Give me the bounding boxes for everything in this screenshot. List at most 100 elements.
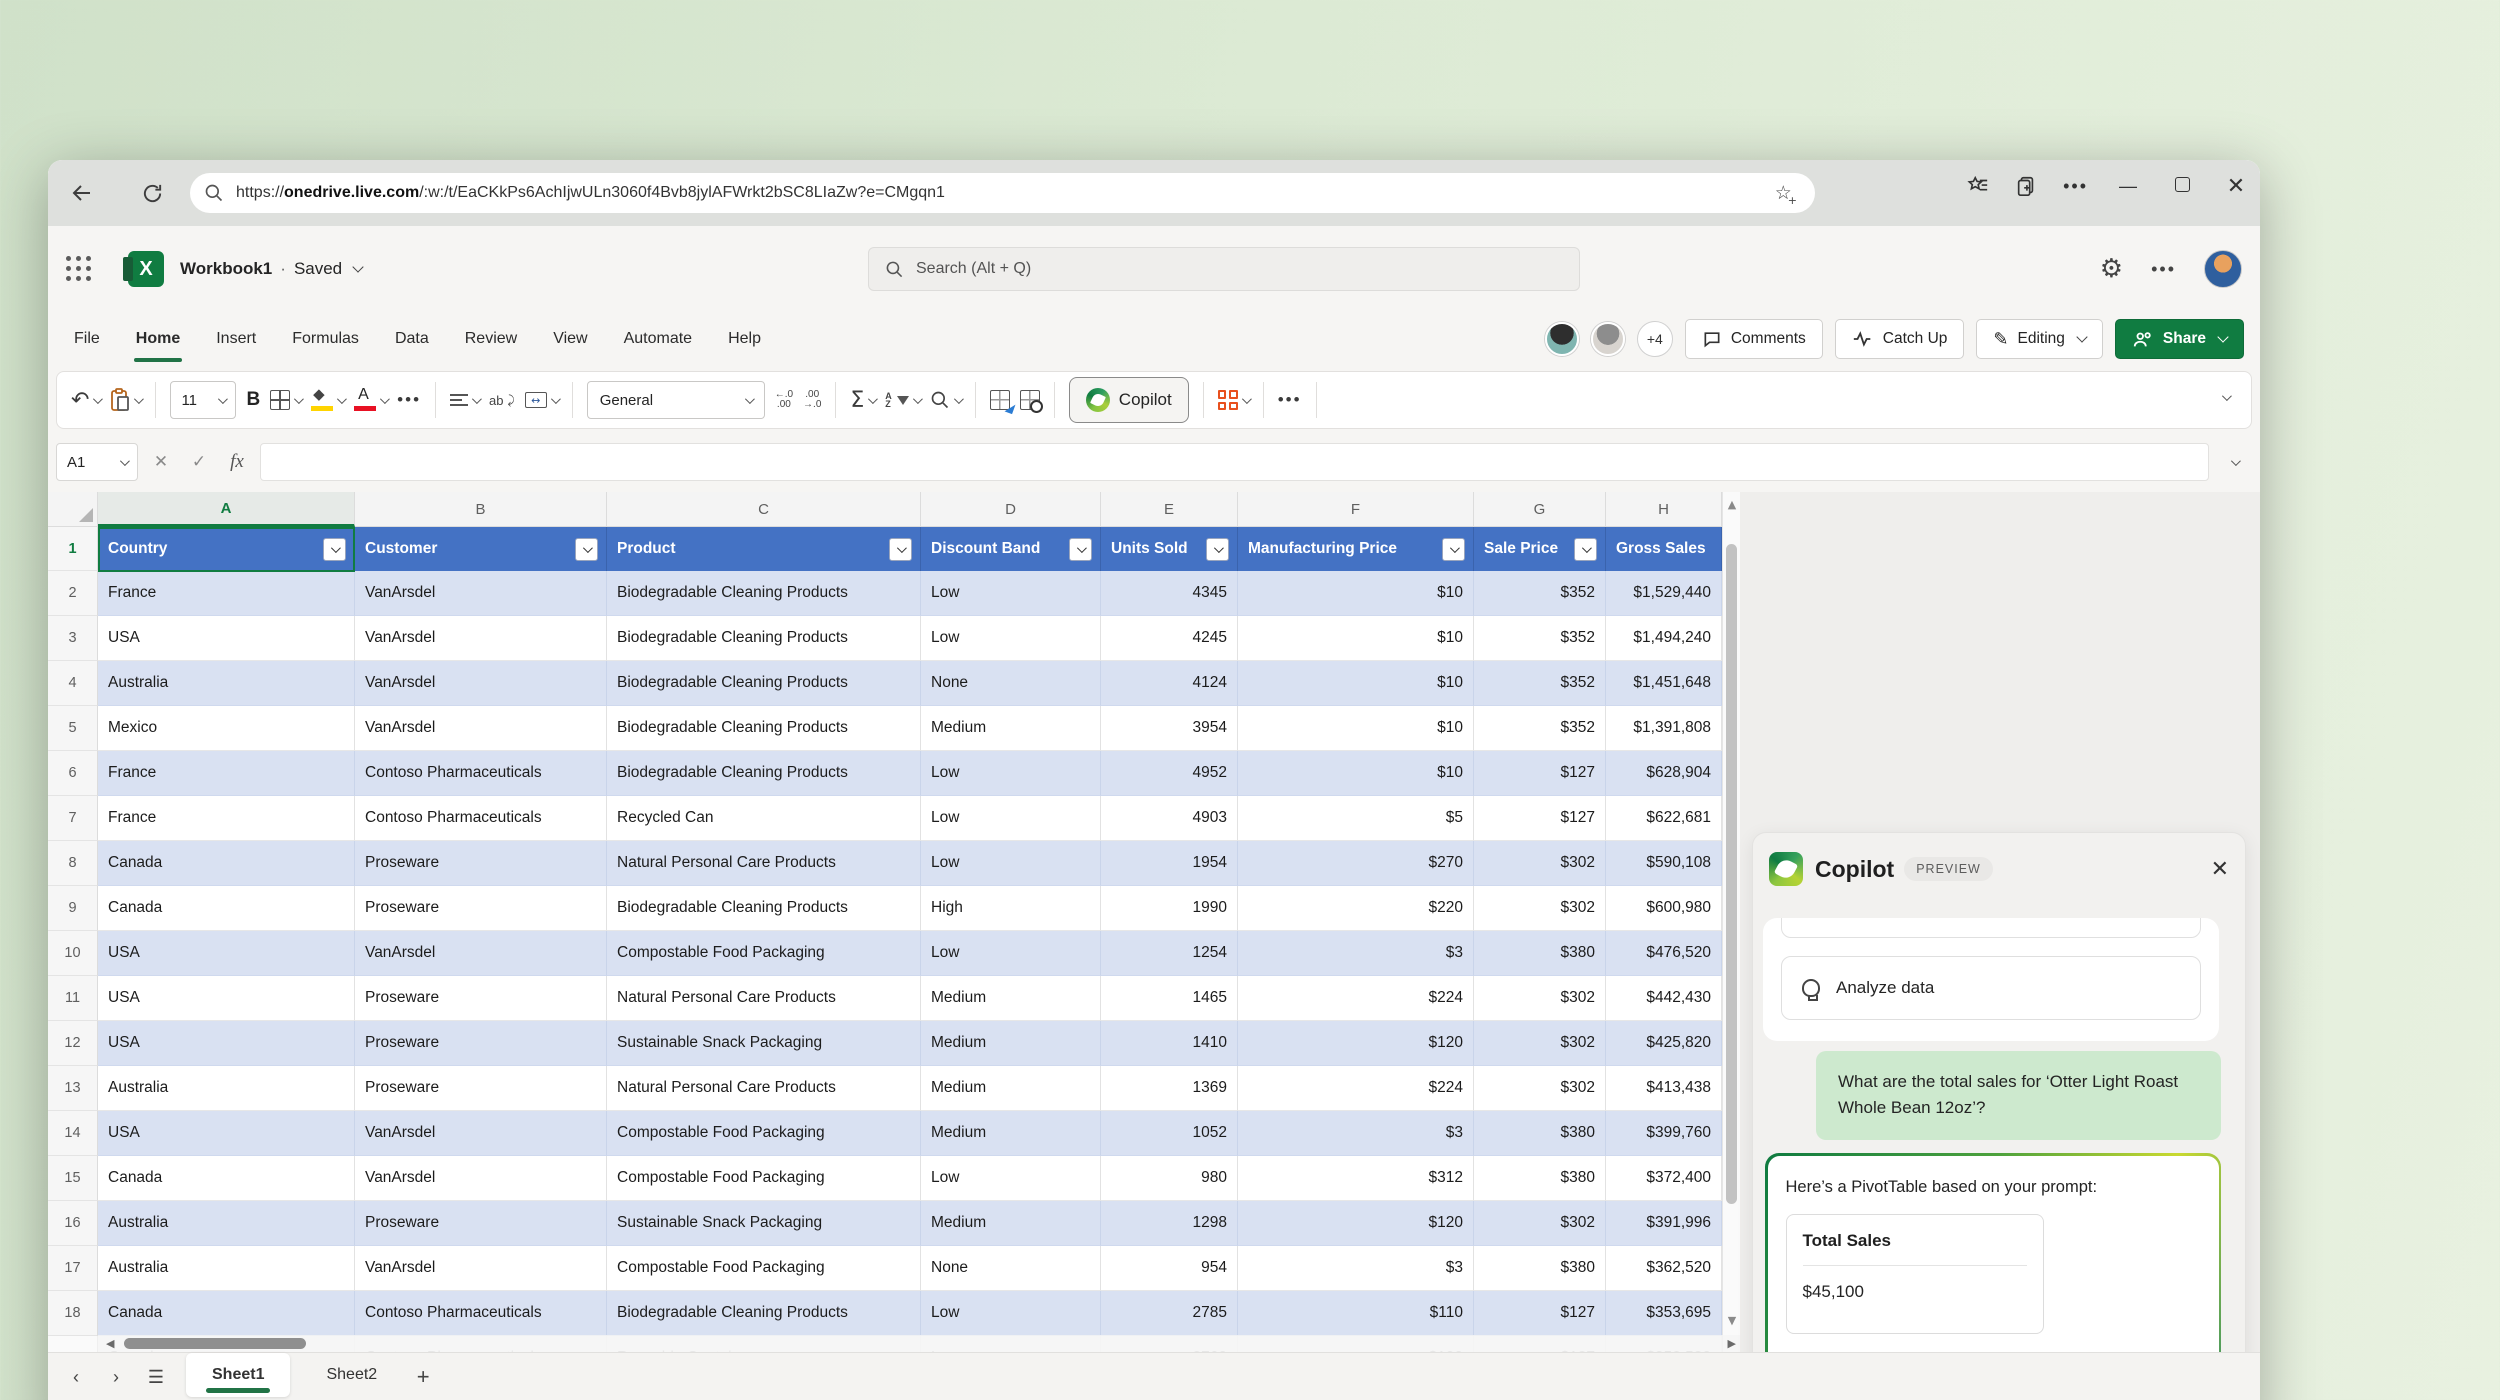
cell[interactable]: None bbox=[921, 1246, 1101, 1291]
cell[interactable]: Proseware bbox=[355, 841, 607, 886]
analyze-data-button[interactable] bbox=[1019, 390, 1043, 413]
cell[interactable]: Contoso Pharmaceuticals bbox=[355, 1291, 607, 1336]
cell[interactable]: $120 bbox=[1238, 1021, 1474, 1066]
sheet-tab-sheet1[interactable]: Sheet1 bbox=[186, 1353, 291, 1397]
cell[interactable]: Canada bbox=[98, 886, 355, 931]
copilot-ribbon-button[interactable]: Copilot bbox=[1068, 377, 1189, 423]
cell[interactable]: $10 bbox=[1238, 661, 1474, 706]
column-header-b[interactable]: B bbox=[355, 492, 607, 527]
prev-sheet-icon[interactable]: ‹ bbox=[56, 1361, 96, 1393]
cell[interactable]: Low bbox=[921, 841, 1101, 886]
column-header-f[interactable]: F bbox=[1238, 492, 1474, 527]
table-header-cell[interactable]: Discount Band bbox=[921, 527, 1101, 571]
collapse-ribbon-icon[interactable] bbox=[2221, 391, 2232, 402]
next-sheet-icon[interactable]: › bbox=[96, 1361, 136, 1393]
filter-button[interactable] bbox=[323, 537, 346, 561]
add-favorite-icon[interactable]: ☆+ bbox=[1775, 182, 1801, 207]
add-sheet-button[interactable]: + bbox=[403, 1361, 443, 1393]
cell[interactable]: Low bbox=[921, 751, 1101, 796]
share-button[interactable]: Share bbox=[2114, 319, 2244, 359]
cell[interactable]: $362,520 bbox=[1606, 1246, 1722, 1291]
cell[interactable]: $413,438 bbox=[1606, 1066, 1722, 1111]
cell[interactable]: 1052 bbox=[1101, 1111, 1238, 1156]
row-header[interactable]: 19 bbox=[48, 1336, 98, 1352]
maximize-icon[interactable] bbox=[2168, 176, 2196, 197]
menu-tab-view[interactable]: View bbox=[535, 312, 605, 366]
cell[interactable]: 1465 bbox=[1101, 976, 1238, 1021]
enter-icon[interactable]: ✓ bbox=[184, 452, 214, 472]
cell[interactable]: 1954 bbox=[1101, 841, 1238, 886]
minimize-icon[interactable]: — bbox=[2114, 176, 2142, 197]
cell[interactable]: $353,695 bbox=[1606, 1291, 1722, 1336]
row-header[interactable]: 7 bbox=[48, 796, 98, 841]
filter-button[interactable] bbox=[1206, 537, 1229, 561]
cell[interactable]: VanArsdel bbox=[355, 1246, 607, 1291]
font-more-icon[interactable]: ••• bbox=[397, 390, 421, 410]
format-as-table-button[interactable] bbox=[989, 390, 1010, 410]
cell[interactable]: $380 bbox=[1474, 1156, 1606, 1201]
table-header-cell[interactable]: Sale Price bbox=[1474, 527, 1606, 571]
select-all-corner[interactable] bbox=[48, 492, 98, 527]
scroll-left-icon[interactable]: ◀ bbox=[106, 1337, 114, 1350]
settings-gear-icon[interactable]: ⚙ bbox=[2100, 254, 2123, 284]
menu-tab-home[interactable]: Home bbox=[118, 312, 198, 366]
collaborator-count-badge[interactable]: +4 bbox=[1636, 321, 1673, 357]
cell[interactable]: $1,391,808 bbox=[1606, 706, 1722, 751]
cell[interactable]: $120 bbox=[1238, 1201, 1474, 1246]
table-header-cell[interactable]: Country bbox=[98, 527, 355, 571]
vertical-scrollbar[interactable]: ▲ ▼ bbox=[1722, 492, 1740, 1352]
cell[interactable]: USA bbox=[98, 616, 355, 661]
cell[interactable]: VanArsdel bbox=[355, 1111, 607, 1156]
cell[interactable]: Canada bbox=[98, 1156, 355, 1201]
row-header[interactable]: 2 bbox=[48, 571, 98, 616]
cell[interactable]: $127 bbox=[1474, 751, 1606, 796]
cell[interactable]: Biodegradable Cleaning Products bbox=[607, 706, 921, 751]
cell[interactable]: $380 bbox=[1474, 1246, 1606, 1291]
cell[interactable]: $302 bbox=[1474, 976, 1606, 1021]
cell[interactable]: $10 bbox=[1238, 616, 1474, 661]
cell[interactable]: $628,904 bbox=[1606, 751, 1722, 796]
cell[interactable]: 954 bbox=[1101, 1246, 1238, 1291]
cell[interactable]: Biodegradable Cleaning Products bbox=[607, 1291, 921, 1336]
cell[interactable]: USA bbox=[98, 931, 355, 976]
find-button[interactable] bbox=[930, 390, 964, 410]
row-header[interactable]: 6 bbox=[48, 751, 98, 796]
cell[interactable]: VanArsdel bbox=[355, 616, 607, 661]
cell[interactable]: 2785 bbox=[1101, 1291, 1238, 1336]
refresh-icon[interactable] bbox=[132, 173, 172, 213]
row-header[interactable]: 4 bbox=[48, 661, 98, 706]
cell[interactable]: $425,820 bbox=[1606, 1021, 1722, 1066]
search-input[interactable]: Search (Alt + Q) bbox=[868, 247, 1580, 291]
menu-tab-automate[interactable]: Automate bbox=[606, 312, 710, 366]
cell[interactable]: 4903 bbox=[1101, 796, 1238, 841]
cell[interactable]: 980 bbox=[1101, 1156, 1238, 1201]
user-avatar[interactable] bbox=[2204, 250, 2242, 288]
cell[interactable]: Compostable Food Packaging bbox=[607, 1111, 921, 1156]
cell[interactable]: $476,520 bbox=[1606, 931, 1722, 976]
cell[interactable]: Natural Personal Care Products bbox=[607, 976, 921, 1021]
column-header-d[interactable]: D bbox=[921, 492, 1101, 527]
cell[interactable]: Proseware bbox=[355, 1066, 607, 1111]
cell[interactable]: $224 bbox=[1238, 976, 1474, 1021]
undo-button[interactable]: ↶ bbox=[71, 388, 104, 413]
cell[interactable]: Low bbox=[921, 616, 1101, 661]
increase-decimal-button[interactable]: .00 →.0 bbox=[803, 390, 821, 410]
cell[interactable]: Low bbox=[921, 571, 1101, 616]
row-header[interactable]: 17 bbox=[48, 1246, 98, 1291]
row-header[interactable]: 16 bbox=[48, 1201, 98, 1246]
cell[interactable]: Biodegradable Cleaning Products bbox=[607, 751, 921, 796]
cell[interactable]: VanArsdel bbox=[355, 706, 607, 751]
cell[interactable]: France bbox=[98, 571, 355, 616]
cell[interactable]: Medium bbox=[921, 1021, 1101, 1066]
row-header[interactable]: 1 bbox=[48, 527, 98, 571]
cell[interactable]: $352 bbox=[1474, 571, 1606, 616]
cell[interactable]: Australia bbox=[98, 1246, 355, 1291]
cell[interactable]: Proseware bbox=[355, 886, 607, 931]
cell[interactable]: Proseware bbox=[355, 1201, 607, 1246]
filter-button[interactable] bbox=[889, 537, 912, 561]
menu-tab-review[interactable]: Review bbox=[447, 312, 535, 366]
cell[interactable]: Canada bbox=[98, 841, 355, 886]
horizontal-scrollbar[interactable]: ◀ ▶ bbox=[98, 1335, 1740, 1352]
cell[interactable]: $380 bbox=[1474, 931, 1606, 976]
cell[interactable]: $380 bbox=[1474, 1111, 1606, 1156]
